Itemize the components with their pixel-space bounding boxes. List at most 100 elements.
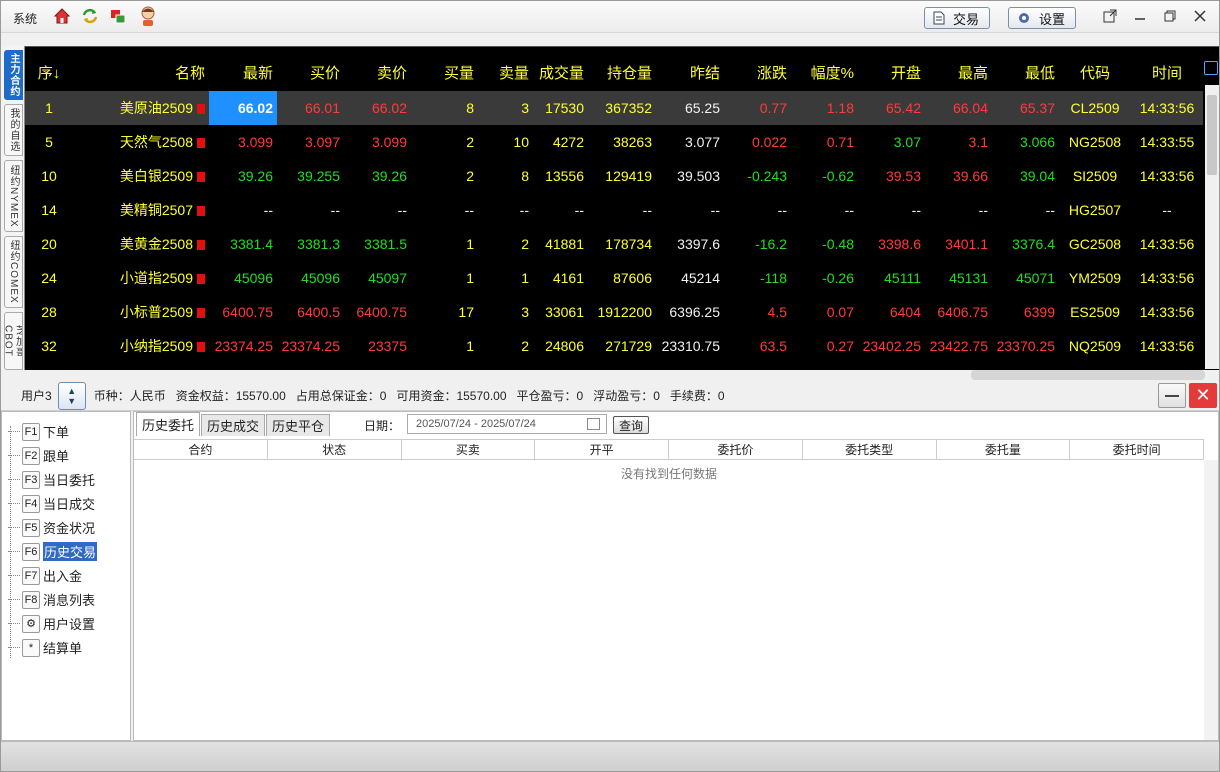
minimize-icon[interactable] xyxy=(1132,8,1148,24)
side-tab-favorites[interactable]: 我的自选 xyxy=(4,104,23,156)
fmenu-item[interactable]: F4 当日成交 xyxy=(8,494,95,513)
fmenu-item[interactable]: F1 下单 xyxy=(8,422,69,441)
history-scrollbar[interactable] xyxy=(1204,460,1218,740)
history-grid-header: 合约 状态 买卖 开平 委托价 委托类型 委托量 委托时间 xyxy=(134,439,1204,460)
fmenu-item[interactable]: * 结算单 xyxy=(8,638,82,657)
col-contract[interactable]: 合约 xyxy=(134,440,268,459)
col-time[interactable]: 时间 xyxy=(1131,47,1203,91)
app-window: 系统 交易 设置 主力合约 我的自选 纽约NYMEX 纽约COMEX 芝加哥CB… xyxy=(0,0,1220,772)
col-name[interactable]: 名称 xyxy=(73,47,209,91)
fmenu-item[interactable]: F3 当日委托 xyxy=(8,470,95,489)
col-change[interactable]: 涨跌 xyxy=(724,47,791,91)
column-config-icon[interactable] xyxy=(1204,61,1218,75)
refresh-icon[interactable] xyxy=(81,7,99,25)
quote-row[interactable]: 20 美黄金2508 3381.4 3381.3 3381.5 1 2 4188… xyxy=(25,227,1203,261)
side-tab-nymex[interactable]: 纽约NYMEX xyxy=(4,160,23,232)
trade-button[interactable]: 交易 xyxy=(924,7,991,29)
cell-last: -- xyxy=(263,202,273,218)
quote-row[interactable]: 14 美精铜2507 -- -- -- -- -- -- -- -- -- --… xyxy=(25,193,1203,227)
date-range-input[interactable]: 2025/07/24 - 2025/07/24 xyxy=(407,414,607,434)
cell-low: 65.37 xyxy=(992,91,1059,125)
side-tab-cbot[interactable]: 芝加哥CBOT xyxy=(4,312,23,370)
cell-seq: 28 xyxy=(41,304,57,320)
fmenu-key: F1 xyxy=(22,422,40,441)
col-side[interactable]: 买卖 xyxy=(402,440,536,459)
scroll-thumb[interactable] xyxy=(1207,95,1217,175)
market-tag-icon xyxy=(197,172,205,183)
quote-row[interactable]: 5 天然气2508 3.099 3.097 3.099 2 10 4272 38… xyxy=(25,125,1203,159)
cell-seq: 24 xyxy=(41,270,57,286)
col-bid[interactable]: 买价 xyxy=(277,47,344,91)
col-change-pct[interactable]: 幅度% xyxy=(791,47,858,91)
quote-row[interactable]: 32 小纳指2509 23374.25 23374.25 23375 1 2 2… xyxy=(25,329,1203,363)
quote-vertical-scrollbar[interactable] xyxy=(1205,85,1219,369)
tab-history-trades[interactable]: 历史成交 xyxy=(201,414,266,436)
col-low[interactable]: 最低 xyxy=(992,47,1059,91)
quote-row[interactable]: 10 美白银2509 39.26 39.255 39.26 2 8 13556 … xyxy=(25,159,1203,193)
cell-name: 小纳指2509 xyxy=(73,329,209,363)
home-icon[interactable] xyxy=(53,7,71,25)
quote-row[interactable]: 1 美原油2509 66.02 66.01 66.02 8 3 17530 36… xyxy=(25,91,1203,125)
cell-open-interest: 367352 xyxy=(588,91,656,125)
settings-button[interactable]: 设置 xyxy=(1008,7,1077,29)
fmenu-item-selected[interactable]: F6 历史交易 xyxy=(8,542,98,561)
popout-icon[interactable] xyxy=(1102,8,1118,24)
fmenu-item[interactable]: F2 跟单 xyxy=(8,446,69,465)
cell-prev-settle: 65.25 xyxy=(656,91,724,125)
menu-system[interactable]: 系统 xyxy=(13,10,37,27)
fmenu-label: 消息列表 xyxy=(43,593,96,608)
tab-history-orders[interactable]: 历史委托 xyxy=(136,412,201,436)
col-volume[interactable]: 成交量 xyxy=(533,47,588,91)
col-status[interactable]: 状态 xyxy=(268,440,402,459)
market-tag-icon xyxy=(197,104,205,115)
col-order-qty[interactable]: 委托量 xyxy=(937,440,1071,459)
chevron-down-icon: ▼ xyxy=(67,395,77,406)
quote-row[interactable]: 24 小道指2509 45096 45096 45097 1 1 4161 87… xyxy=(25,261,1203,295)
col-order-price[interactable]: 委托价 xyxy=(669,440,803,459)
user-avatar-icon[interactable] xyxy=(138,5,158,27)
fmenu-item[interactable]: F7 出入金 xyxy=(8,566,82,585)
close-icon[interactable] xyxy=(1192,8,1208,24)
cell-change-pct: 0.27 xyxy=(826,338,854,354)
fmenu-label: 跟单 xyxy=(43,449,70,464)
fmenu-item[interactable]: F8 消息列表 xyxy=(8,590,95,609)
col-last[interactable]: 最新 xyxy=(209,47,277,91)
col-prev-settle[interactable]: 昨结 xyxy=(656,47,724,91)
query-button[interactable]: 查询 xyxy=(613,416,649,434)
cell-volume: -- xyxy=(574,202,584,218)
windows-icon[interactable] xyxy=(109,7,127,25)
calendar-icon[interactable] xyxy=(587,418,600,430)
col-open-interest[interactable]: 持仓量 xyxy=(588,47,656,91)
cell-high: 3401.1 xyxy=(945,236,988,252)
cell-high: 3.1 xyxy=(968,134,988,150)
col-bid-vol[interactable]: 买量 xyxy=(411,47,478,91)
cell-code: HG2507 xyxy=(1068,202,1122,218)
document-icon xyxy=(933,11,945,25)
fmenu-item[interactable]: ⚙ 用户设置 xyxy=(8,614,95,633)
col-high[interactable]: 最高 xyxy=(925,47,992,91)
cell-change: 0.77 xyxy=(724,91,791,125)
col-ask[interactable]: 卖价 xyxy=(344,47,411,91)
tab-history-close[interactable]: 历史平仓 xyxy=(266,414,331,436)
col-seq[interactable]: 序↓ xyxy=(25,47,73,91)
side-tab-main[interactable]: 主力合约 xyxy=(4,50,23,100)
col-open-close[interactable]: 开平 xyxy=(535,440,669,459)
user-switch-stepper[interactable]: ▲ ▼ xyxy=(57,381,86,410)
side-tab-comex[interactable]: 纽约COMEX xyxy=(4,236,23,308)
col-order-time[interactable]: 委托时间 xyxy=(1070,440,1204,459)
quote-horizontal-scrollbar[interactable] xyxy=(971,370,1205,380)
col-order-type[interactable]: 委托类型 xyxy=(803,440,937,459)
empty-message: 没有找到任何数据 xyxy=(620,467,717,481)
quote-row[interactable]: 28 小标普2509 6400.75 6400.5 6400.75 17 3 3… xyxy=(25,295,1203,329)
panel-minimize-button[interactable] xyxy=(1158,383,1186,408)
col-ask-vol[interactable]: 卖量 xyxy=(478,47,533,91)
cell-time: 14:33:56 xyxy=(1139,338,1195,354)
account-user: 用户3 xyxy=(21,389,52,403)
maximize-icon[interactable] xyxy=(1162,8,1178,24)
cell-open: 39.53 xyxy=(885,168,921,184)
col-code[interactable]: 代码 xyxy=(1059,47,1131,91)
cell-open-interest: 87606 xyxy=(613,270,652,286)
fmenu-item[interactable]: F5 资金状况 xyxy=(8,518,95,537)
panel-close-button[interactable]: ✕ xyxy=(1189,383,1217,408)
col-open[interactable]: 开盘 xyxy=(858,47,925,91)
